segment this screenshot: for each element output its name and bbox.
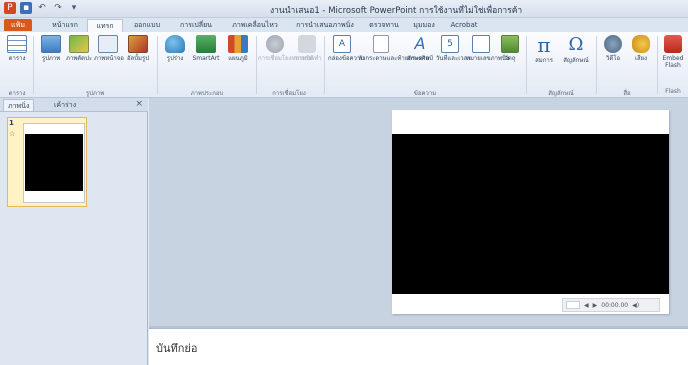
- customize-qat-icon[interactable]: ▾: [68, 2, 80, 14]
- thumbnail-video: [25, 134, 83, 191]
- redo-icon[interactable]: ↷: [52, 2, 64, 14]
- back-icon[interactable]: ◀: [584, 302, 589, 309]
- tab-file[interactable]: แฟ้ม: [4, 19, 32, 31]
- volume-icon[interactable]: ◀): [632, 302, 639, 309]
- slide-number: 1: [9, 119, 14, 127]
- tab-slides[interactable]: ภาพนิ่ง: [3, 99, 35, 111]
- speaker-icon: [632, 35, 650, 53]
- hyperlink-icon: [266, 35, 284, 53]
- save-icon[interactable]: ▪: [20, 2, 32, 14]
- group-text-label: ข้อความ: [413, 90, 437, 97]
- ribbon-insert: ตาราง ตาราง รูปภาพ ภาพตัดปะ ภาพหน้าจอ อั…: [0, 32, 688, 98]
- smartart-icon: [196, 35, 216, 53]
- slides-pane: ภาพนิ่ง เค้าร่าง × 1 ☆: [0, 98, 148, 365]
- group-separator: [526, 36, 527, 94]
- header-footer-icon: [373, 35, 389, 53]
- tab-outline[interactable]: เค้าร่าง: [50, 99, 80, 111]
- slide-thumbnail: [23, 123, 85, 203]
- tab-home[interactable]: หน้าแรก: [45, 19, 85, 32]
- wordart-icon: A: [414, 34, 426, 53]
- smartart-button[interactable]: SmartArt: [190, 35, 222, 62]
- seek-bar[interactable]: [566, 301, 580, 309]
- object-icon: [501, 35, 519, 53]
- textbox-button[interactable]: A กล่องข้อความ: [328, 35, 364, 62]
- group-symbols-label: สัญลักษณ์: [548, 90, 574, 97]
- media-time: 00:00.00: [601, 301, 629, 309]
- forward-icon[interactable]: ▶: [593, 302, 598, 309]
- transition-icon: ☆: [9, 130, 16, 138]
- group-illustrations-label: ภาพประกอบ: [190, 90, 224, 97]
- embed-flash-button[interactable]: Embed Flash: [660, 35, 686, 69]
- group-separator: [33, 36, 34, 94]
- slide-number-icon: [472, 35, 490, 53]
- group-flash-label: Flash: [665, 88, 681, 95]
- date-time-button[interactable]: 5 วันที่และเวลา: [436, 35, 471, 62]
- clipart-icon: [69, 35, 89, 53]
- shapes-button[interactable]: รูปร่าง: [162, 35, 188, 62]
- tab-transitions[interactable]: การเปลี่ยน: [172, 19, 220, 32]
- pi-icon: π: [537, 33, 551, 57]
- picture-button[interactable]: รูปภาพ: [38, 35, 64, 62]
- notes-pane[interactable]: บันทึกย่อ: [149, 328, 688, 365]
- group-separator: [324, 36, 325, 94]
- chart-button[interactable]: แผนภูมิ: [224, 35, 252, 62]
- close-pane-icon[interactable]: ×: [135, 99, 143, 109]
- title-bar: P ▪ ↶ ↷ ▾ งานนำเสนอ1 - Microsoft PowerPo…: [0, 0, 688, 18]
- date-time-icon: 5: [441, 35, 459, 53]
- group-images-label: รูปภาพ: [85, 90, 105, 97]
- slide-number-button[interactable]: หมายเลขภาพนิ่ง: [466, 35, 509, 62]
- photo-album-button[interactable]: อัลบั้มรูป: [124, 35, 152, 62]
- audio-button[interactable]: เสียง: [628, 35, 654, 62]
- group-links-label: การเชื่อมโยง: [272, 90, 306, 97]
- group-separator: [596, 36, 597, 94]
- notes-placeholder: บันทึกย่อ: [156, 342, 198, 355]
- tab-design[interactable]: ออกแบบ: [128, 19, 166, 32]
- chart-icon: [228, 35, 248, 53]
- group-media-label: สื่อ: [623, 90, 631, 97]
- tab-animations[interactable]: ภาพเคลื่อนไหว: [226, 19, 284, 32]
- group-separator: [256, 36, 257, 94]
- undo-icon[interactable]: ↶: [36, 2, 48, 14]
- slide[interactable]: ◀ ▶ 00:00.00 ◀): [392, 110, 669, 314]
- picture-icon: [41, 35, 61, 53]
- textbox-icon: A: [333, 35, 351, 53]
- video-button[interactable]: วิดีโอ: [600, 35, 626, 62]
- slide-thumbnail-selected[interactable]: 1 ☆: [7, 117, 87, 207]
- film-reel-icon: [604, 35, 622, 53]
- clipart-button[interactable]: ภาพตัดปะ: [66, 35, 92, 62]
- shapes-icon: [165, 35, 185, 53]
- tab-insert[interactable]: แทรก: [87, 19, 123, 32]
- object-button[interactable]: วัตถุ: [498, 35, 522, 62]
- table-button[interactable]: ตาราง: [4, 35, 30, 62]
- equation-button[interactable]: π สมการ: [530, 35, 558, 64]
- photo-album-icon: [128, 35, 148, 53]
- hyperlink-button[interactable]: การเชื่อมโยงหลายมิติ: [258, 35, 314, 62]
- action-button[interactable]: การกระทำ: [294, 35, 322, 62]
- group-separator: [657, 36, 658, 94]
- table-icon: [7, 35, 27, 53]
- tab-slideshow[interactable]: การนำเสนอภาพนิ่ง: [290, 19, 360, 32]
- powerpoint-icon[interactable]: P: [4, 2, 16, 14]
- group-table-label: ตาราง: [8, 90, 26, 97]
- screenshot-icon: [98, 35, 118, 53]
- omega-icon: Ω: [568, 34, 584, 55]
- flash-icon: [664, 35, 682, 53]
- screenshot-button[interactable]: ภาพหน้าจอ: [94, 35, 124, 62]
- tab-review[interactable]: ตรวจทาน: [366, 19, 402, 32]
- symbol-button[interactable]: Ω สัญลักษณ์: [560, 34, 592, 65]
- header-footer-button[interactable]: หัวกระดาษและท้ายกระดาษ: [358, 35, 430, 62]
- slides-pane-tabs: ภาพนิ่ง เค้าร่าง ×: [0, 98, 148, 112]
- action-icon: [298, 35, 316, 53]
- tab-acrobat[interactable]: Acrobat: [446, 19, 482, 32]
- quick-access-toolbar: P ▪ ↶ ↷ ▾: [4, 2, 80, 14]
- wordart-button[interactable]: A อักษรศิลป์: [406, 34, 434, 63]
- window-title: งานนำเสนอ1 - Microsoft PowerPoint การใช้…: [270, 6, 523, 16]
- media-controls[interactable]: ◀ ▶ 00:00.00 ◀): [562, 298, 660, 312]
- tab-view[interactable]: มุมมอง: [408, 19, 440, 32]
- group-separator: [157, 36, 158, 94]
- video-placeholder[interactable]: [392, 134, 669, 294]
